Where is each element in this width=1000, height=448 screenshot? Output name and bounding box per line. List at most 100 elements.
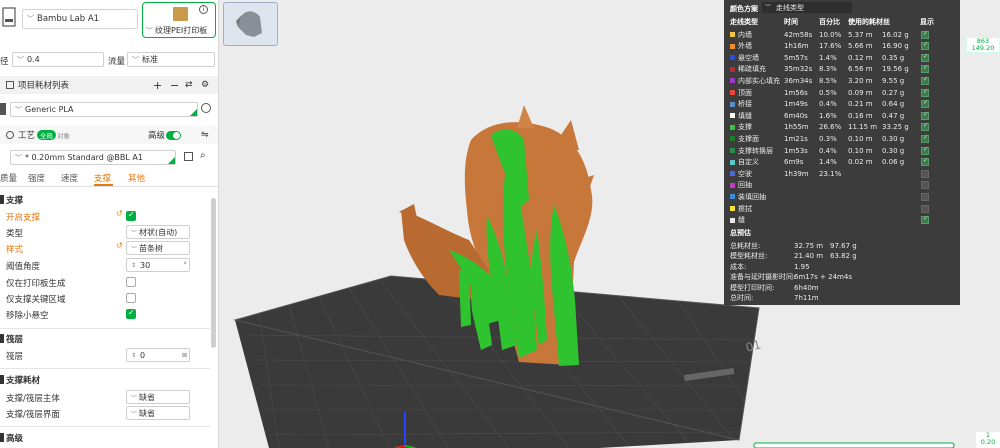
stats-cell-len: 0.21 m [848, 100, 873, 109]
stepper-icon[interactable]: ⇕ [131, 262, 136, 269]
support-style-select[interactable]: ﹀ 苗条树 [126, 241, 190, 255]
plate-thumbnail[interactable] [223, 2, 278, 46]
sync-icon[interactable]: ⇄ [185, 80, 193, 90]
search-icon[interactable]: ⌕ [200, 150, 206, 161]
compare-icon[interactable]: ⇋ [201, 130, 209, 140]
visibility-checkbox[interactable] [921, 146, 929, 155]
visibility-checkbox[interactable] [921, 53, 929, 62]
stepper-icon[interactable]: ⇕ [131, 352, 136, 359]
visibility-checkbox[interactable] [921, 134, 929, 143]
chevron-down-icon: ﹀ [15, 105, 22, 114]
tab-others[interactable]: 其他 [128, 172, 145, 184]
stats-cell-pct: 23.1% [819, 169, 842, 178]
remove-small-overhang-checkbox[interactable] [126, 308, 136, 319]
chevron-down-icon: ﹀ [132, 55, 139, 64]
enable-support-checkbox[interactable] [126, 210, 136, 221]
stats-cell-time: 5m57s [784, 53, 808, 62]
remove-icon[interactable]: − [170, 79, 179, 92]
color-scheme-label: 颜色方案 [730, 4, 758, 13]
tab-speed[interactable]: 速度 [61, 172, 78, 184]
reset-icon[interactable]: ↺ [116, 241, 123, 250]
chevron-down-icon: ﹀ [17, 55, 24, 64]
stats-cell-len: 5.37 m [848, 30, 873, 39]
flow-select[interactable]: ﹀ 标准 [127, 52, 215, 67]
filament-edit-icon[interactable] [201, 103, 211, 113]
advanced-switch[interactable] [166, 130, 181, 140]
legend-swatch [730, 43, 735, 49]
save-icon[interactable] [184, 152, 193, 161]
add-icon[interactable]: + [153, 79, 162, 92]
plate-type-select[interactable]: i ﹀ 纹理PEI打印板 [142, 2, 216, 38]
legend-swatch [730, 78, 735, 84]
chevron-down-icon: ﹀ [27, 15, 34, 23]
stats-cell-len: 3.20 m [848, 76, 873, 85]
left-settings-panel: ﹀ Bambu Lab A1 i ﹀ 纹理PEI打印板 径 ﹀ 0.4 流量 ﹀… [0, 0, 219, 448]
raft-layers-input[interactable]: ⇕ 0 ⊠ [126, 348, 190, 362]
filament-select[interactable]: ﹀ Generic PLA [10, 102, 198, 117]
stats-cell-wt: 19.56 g [882, 65, 909, 74]
summary-title-row: 总预估 [730, 228, 751, 237]
visibility-checkbox[interactable] [921, 157, 929, 167]
tab-support[interactable]: 支撑 [94, 172, 111, 184]
reset-icon[interactable]: ↺ [116, 209, 123, 218]
advanced-section-icon [0, 433, 4, 442]
object-toggle[interactable]: 对象 [57, 130, 70, 140]
nozzle-select[interactable]: ﹀ 0.4 [12, 52, 104, 67]
stats-cell-wt: 0.30 g [882, 134, 905, 143]
process-header: 工艺 全局 对象 高级 ⇋ [0, 126, 218, 144]
visibility-checkbox[interactable] [921, 181, 929, 190]
visibility-checkbox[interactable] [921, 99, 929, 109]
chevron-down-icon: ﹀ [765, 4, 772, 11]
stats-cell-wt: 0.06 g [882, 158, 905, 167]
color-scheme-select[interactable]: ﹀ 走线类型 [762, 2, 852, 13]
filament-color-swatch[interactable] [0, 103, 6, 115]
visibility-checkbox[interactable] [921, 204, 929, 213]
stats-cell-pct: 1.6% [819, 111, 837, 120]
stats-cell-name: 桥接 [738, 100, 752, 109]
build-plate-only-checkbox[interactable] [126, 277, 136, 287]
settings-scrollbar[interactable] [211, 198, 216, 348]
stats-cell-pct: 0.3% [819, 134, 837, 143]
chevron-down-icon: ﹀ [131, 229, 138, 237]
legend-swatch [730, 55, 735, 61]
visibility-checkbox[interactable] [921, 30, 929, 39]
layer-slider-top-label[interactable]: 863 149.20 [966, 37, 1000, 53]
printer-icon[interactable] [2, 6, 16, 28]
summary-v2: 97.67 g [830, 241, 857, 250]
legend-swatch [730, 148, 735, 153]
critical-only-checkbox[interactable] [126, 293, 136, 303]
clear-icon[interactable]: ⊠ [182, 352, 187, 359]
visibility-checkbox[interactable] [921, 64, 929, 74]
visibility-checkbox[interactable] [921, 192, 929, 201]
raft-divider [0, 328, 210, 329]
summary-label: 总时间: [730, 294, 754, 302]
visibility-checkbox[interactable] [921, 215, 929, 225]
visibility-checkbox[interactable] [921, 76, 929, 85]
visibility-checkbox[interactable] [921, 88, 929, 97]
stats-cell-len: 0.02 m [848, 158, 873, 167]
global-toggle[interactable]: 全局 [37, 130, 56, 140]
process-preset-select[interactable]: ﹀ * 0.20mm Standard @BBL A1 [10, 150, 176, 165]
support-interface-select[interactable]: ﹀ 缺省 [126, 406, 190, 420]
tab-divider [0, 186, 218, 187]
visibility-checkbox[interactable] [921, 111, 929, 120]
threshold-angle-input[interactable]: ⇕ 30 ° [126, 258, 190, 272]
visibility-checkbox[interactable] [921, 169, 929, 178]
layer-range-slider[interactable] [753, 442, 955, 448]
stats-cell-len: 0.12 m [848, 53, 873, 62]
stats-cell-wt: 0.30 g [882, 146, 905, 155]
stats-header-row: 走线类型 时间 百分比 使用的耗材丝 显示 [730, 17, 934, 26]
support-base-select[interactable]: ﹀ 缺省 [126, 390, 190, 404]
visibility-checkbox[interactable] [921, 41, 929, 51]
stats-cell-len: 5.66 m [848, 42, 873, 51]
visibility-checkbox[interactable] [921, 122, 929, 132]
info-icon[interactable]: i [199, 5, 208, 14]
legend-swatch [730, 159, 735, 165]
support-type-select[interactable]: ﹀ 材状(自动) [126, 225, 190, 239]
printer-select[interactable]: ﹀ Bambu Lab A1 [22, 9, 138, 29]
raft-layers-label: 筏层 [6, 352, 24, 362]
layer-slider-bottom-label[interactable]: 1 0.20 [976, 432, 1000, 448]
tab-quality[interactable]: 质量 [0, 172, 17, 184]
tab-strength[interactable]: 强度 [28, 172, 45, 184]
gear-icon[interactable]: ⚙ [201, 80, 209, 90]
